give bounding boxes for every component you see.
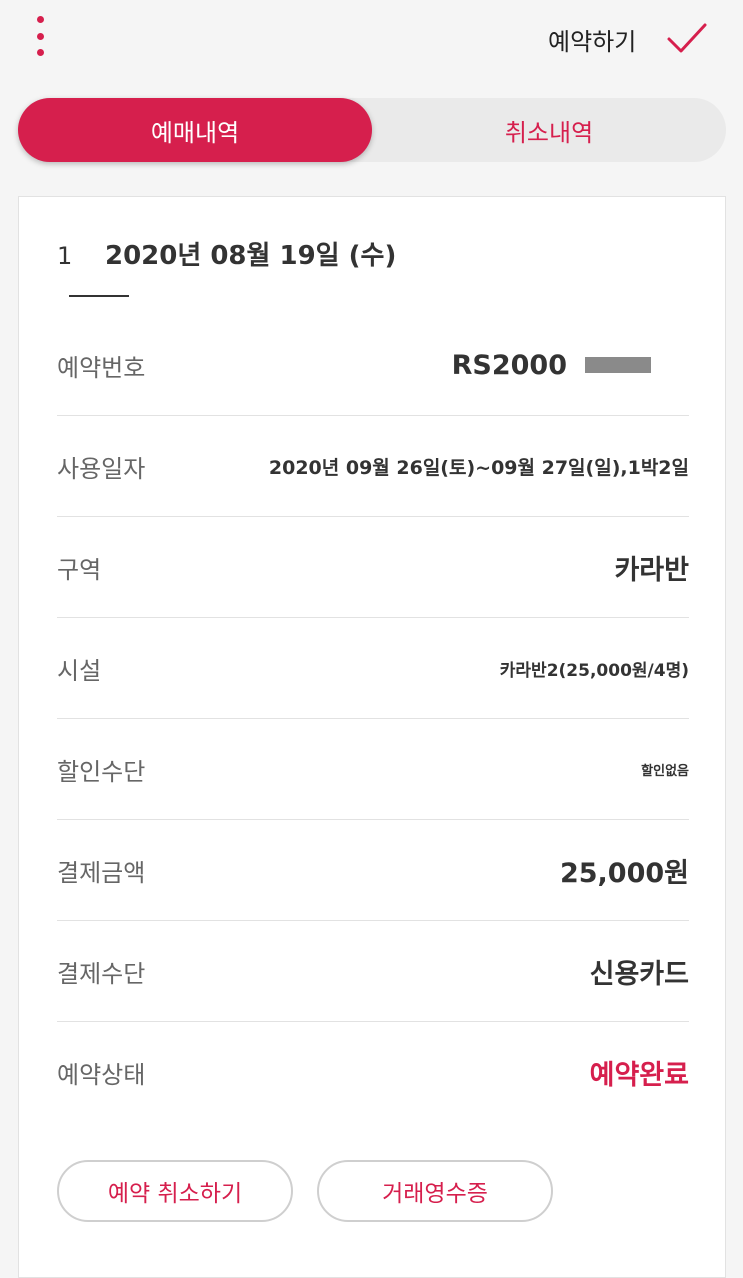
tab-booking-history[interactable]: 예매내역 (18, 98, 372, 162)
check-icon[interactable] (666, 20, 708, 56)
detail-row-status: 예약상태 예약완료 (57, 1022, 689, 1122)
detail-label: 구역 (57, 555, 102, 584)
status-value: 예약완료 (589, 1059, 689, 1091)
detail-label: 시설 (57, 656, 102, 685)
detail-label: 예약번호 (57, 353, 146, 382)
detail-label: 할인수단 (57, 757, 146, 786)
tab-bar: 예매내역 취소내역 (18, 98, 726, 162)
detail-row-facility: 시설 카라반2(25,000원/4명) (57, 618, 689, 719)
more-vertical-icon[interactable] (33, 16, 47, 56)
detail-label: 예약상태 (57, 1060, 146, 1089)
receipt-button[interactable]: 거래영수증 (317, 1160, 553, 1222)
amount-value: 25,000원 (559, 857, 689, 889)
detail-row-discount: 할인수단 할인없음 (57, 719, 689, 820)
detail-label: 사용일자 (57, 454, 146, 483)
cancel-reservation-button[interactable]: 예약 취소하기 (57, 1160, 293, 1222)
detail-row-zone: 구역 카라반 (57, 517, 689, 618)
detail-row-reservation-number: 예약번호 RS2000 (57, 315, 689, 416)
reservation-number-value: RS2000 (451, 349, 567, 381)
order-date: 2020년 08월 19일 (수) (105, 241, 397, 271)
top-bar: 예약하기 (0, 0, 743, 80)
zone-value: 카라반 (614, 554, 689, 586)
facility-value: 카라반2(25,000원/4명) (499, 660, 689, 681)
detail-list: 예약번호 RS2000 사용일자 2020년 09월 26일(토)~09월 27… (57, 315, 689, 1122)
detail-row-amount: 결제금액 25,000원 (57, 820, 689, 921)
reservation-number-wrap: RS2000 (452, 350, 651, 381)
reservation-card: 1 2020년 08월 19일 (수) 예약번호 RS2000 사용일자 202… (18, 196, 726, 1278)
payment-method-value: 신용카드 (589, 958, 689, 990)
discount-value: 할인없음 (641, 763, 689, 779)
tab-cancel-history[interactable]: 취소내역 (372, 98, 726, 162)
header-divider (69, 295, 129, 297)
detail-label: 결제수단 (57, 959, 146, 988)
masked-redaction (585, 357, 651, 373)
order-number: 1 (57, 242, 73, 270)
detail-row-use-date: 사용일자 2020년 09월 26일(토)~09월 27일(일),1박2일 (57, 416, 689, 517)
card-header: 1 2020년 08월 19일 (수) (57, 235, 396, 272)
detail-label: 결제금액 (57, 858, 146, 887)
book-label[interactable]: 예약하기 (548, 22, 636, 57)
use-date-value: 2020년 09월 26일(토)~09월 27일(일),1박2일 (268, 456, 689, 479)
detail-row-payment-method: 결제수단 신용카드 (57, 921, 689, 1022)
